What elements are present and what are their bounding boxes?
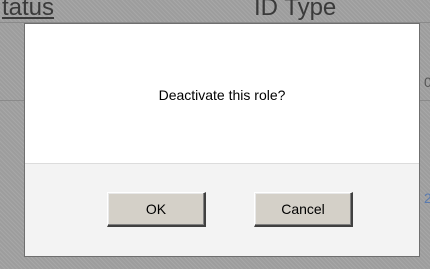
table-cell-fragment: 0 (424, 74, 430, 90)
confirm-dialog: Deactivate this role? OK Cancel (24, 23, 420, 257)
dialog-message: Deactivate this role? (158, 87, 286, 103)
ok-button[interactable]: OK (107, 192, 206, 227)
column-header-status: tatus (2, 0, 55, 21)
dialog-footer: OK Cancel (25, 163, 419, 256)
column-header-id-type: ID Type (254, 0, 337, 21)
cancel-button[interactable]: Cancel (254, 192, 353, 227)
table-header: tatus ID Type (0, 0, 430, 22)
table-cell-fragment: 2 (424, 190, 430, 206)
dialog-body: Deactivate this role? (25, 24, 419, 163)
